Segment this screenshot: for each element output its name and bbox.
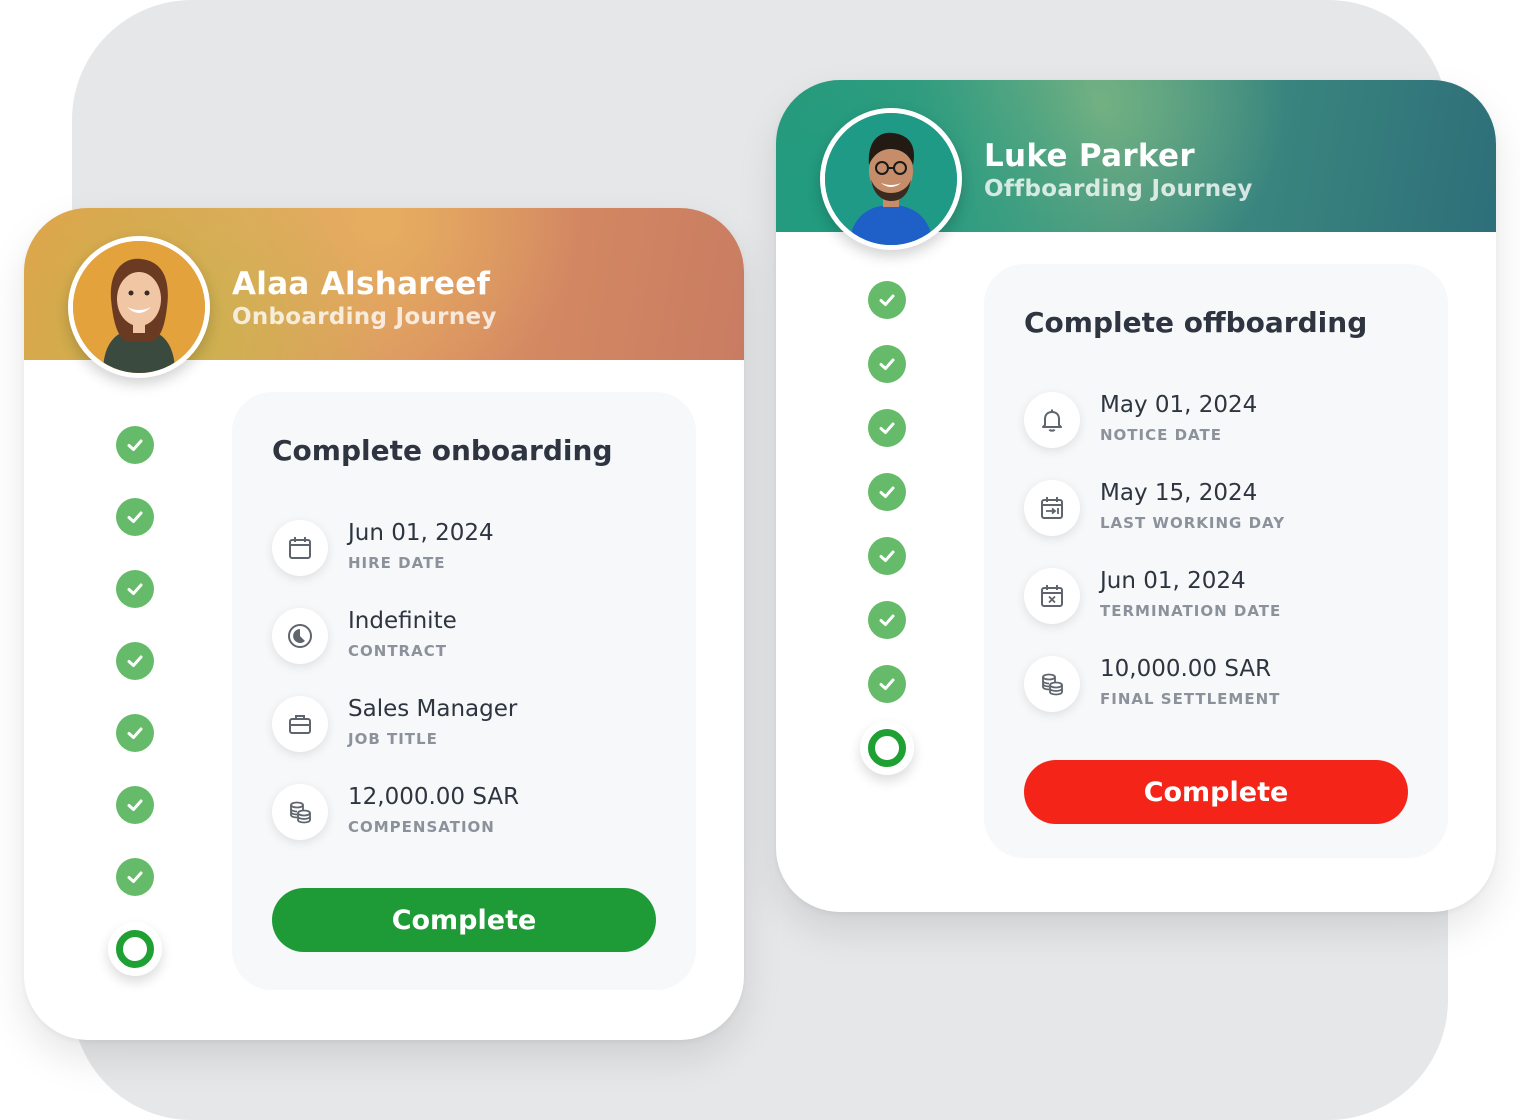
step-complete-icon: [116, 426, 154, 464]
step-complete-icon: [116, 642, 154, 680]
item-value: May 15, 2024: [1100, 480, 1258, 506]
job-title-item: Sales Manager JOB TITLE: [272, 696, 672, 756]
step-complete-icon: [868, 537, 906, 575]
step-complete-icon: [868, 345, 906, 383]
compensation-item: 12,000.00 SAR COMPENSATION: [272, 784, 672, 844]
avatar[interactable]: [820, 108, 962, 250]
item-value: 10,000.00 SAR: [1100, 656, 1272, 682]
journey-label: Onboarding Journey: [232, 304, 497, 330]
onboarding-card: Alaa Alshareef Onboarding Journey Comple…: [24, 208, 744, 1040]
item-value: May 01, 2024: [1100, 392, 1258, 418]
panel-title: Complete offboarding: [1024, 306, 1368, 339]
bell-icon: [1024, 392, 1080, 448]
complete-offboarding-button[interactable]: Complete: [1024, 760, 1408, 824]
step-complete-icon: [116, 858, 154, 896]
item-value: 12,000.00 SAR: [348, 784, 520, 810]
panel-title: Complete onboarding: [272, 434, 613, 467]
item-label: FINAL SETTLEMENT: [1100, 690, 1281, 708]
item-label: CONTRACT: [348, 642, 447, 660]
journey-label: Offboarding Journey: [984, 176, 1253, 202]
item-label: COMPENSATION: [348, 818, 495, 836]
person-name: Alaa Alshareef: [232, 266, 491, 302]
item-label: TERMINATION DATE: [1100, 602, 1282, 620]
step-complete-icon: [868, 281, 906, 319]
notice-date-item: May 01, 2024 NOTICE DATE: [1024, 392, 1424, 452]
final-settlement-item: 10,000.00 SAR FINAL SETTLEMENT: [1024, 656, 1424, 716]
item-value: Indefinite: [348, 608, 457, 634]
calendar-icon: [272, 520, 328, 576]
calendar-arrow-icon: [1024, 480, 1080, 536]
item-value: Sales Manager: [348, 696, 518, 722]
step-current-icon[interactable]: [860, 721, 914, 775]
item-label: NOTICE DATE: [1100, 426, 1222, 444]
person-name: Luke Parker: [984, 138, 1195, 174]
calendar-x-icon: [1024, 568, 1080, 624]
item-value: Jun 01, 2024: [348, 520, 494, 546]
item-value: Jun 01, 2024: [1100, 568, 1246, 594]
step-complete-icon: [116, 570, 154, 608]
step-complete-icon: [116, 498, 154, 536]
offboarding-panel: Complete offboarding May 01, 2024 NOTICE…: [984, 264, 1448, 858]
avatar-woman-image: [73, 241, 205, 373]
hire-date-item: Jun 01, 2024 HIRE DATE: [272, 520, 672, 580]
step-complete-icon: [868, 601, 906, 639]
step-current-icon[interactable]: [108, 922, 162, 976]
onboarding-panel: Complete onboarding Jun 01, 2024 HIRE DA…: [232, 392, 696, 990]
avatar[interactable]: [68, 236, 210, 378]
avatar-man-image: [825, 113, 957, 245]
step-complete-icon: [868, 409, 906, 447]
step-complete-icon: [116, 714, 154, 752]
last-working-day-item: May 15, 2024 LAST WORKING DAY: [1024, 480, 1424, 540]
step-complete-icon: [868, 473, 906, 511]
offboarding-card: Luke Parker Offboarding Journey Complete…: [776, 80, 1496, 912]
item-label: JOB TITLE: [348, 730, 438, 748]
briefcase-icon: [272, 696, 328, 752]
step-complete-icon: [868, 665, 906, 703]
complete-onboarding-button[interactable]: Complete: [272, 888, 656, 952]
item-label: HIRE DATE: [348, 554, 446, 572]
item-label: LAST WORKING DAY: [1100, 514, 1286, 532]
contract-item: Indefinite CONTRACT: [272, 608, 672, 668]
step-complete-icon: [116, 786, 154, 824]
coins-icon: [272, 784, 328, 840]
coins-icon: [1024, 656, 1080, 712]
pie-chart-icon: [272, 608, 328, 664]
termination-date-item: Jun 01, 2024 TERMINATION DATE: [1024, 568, 1424, 628]
